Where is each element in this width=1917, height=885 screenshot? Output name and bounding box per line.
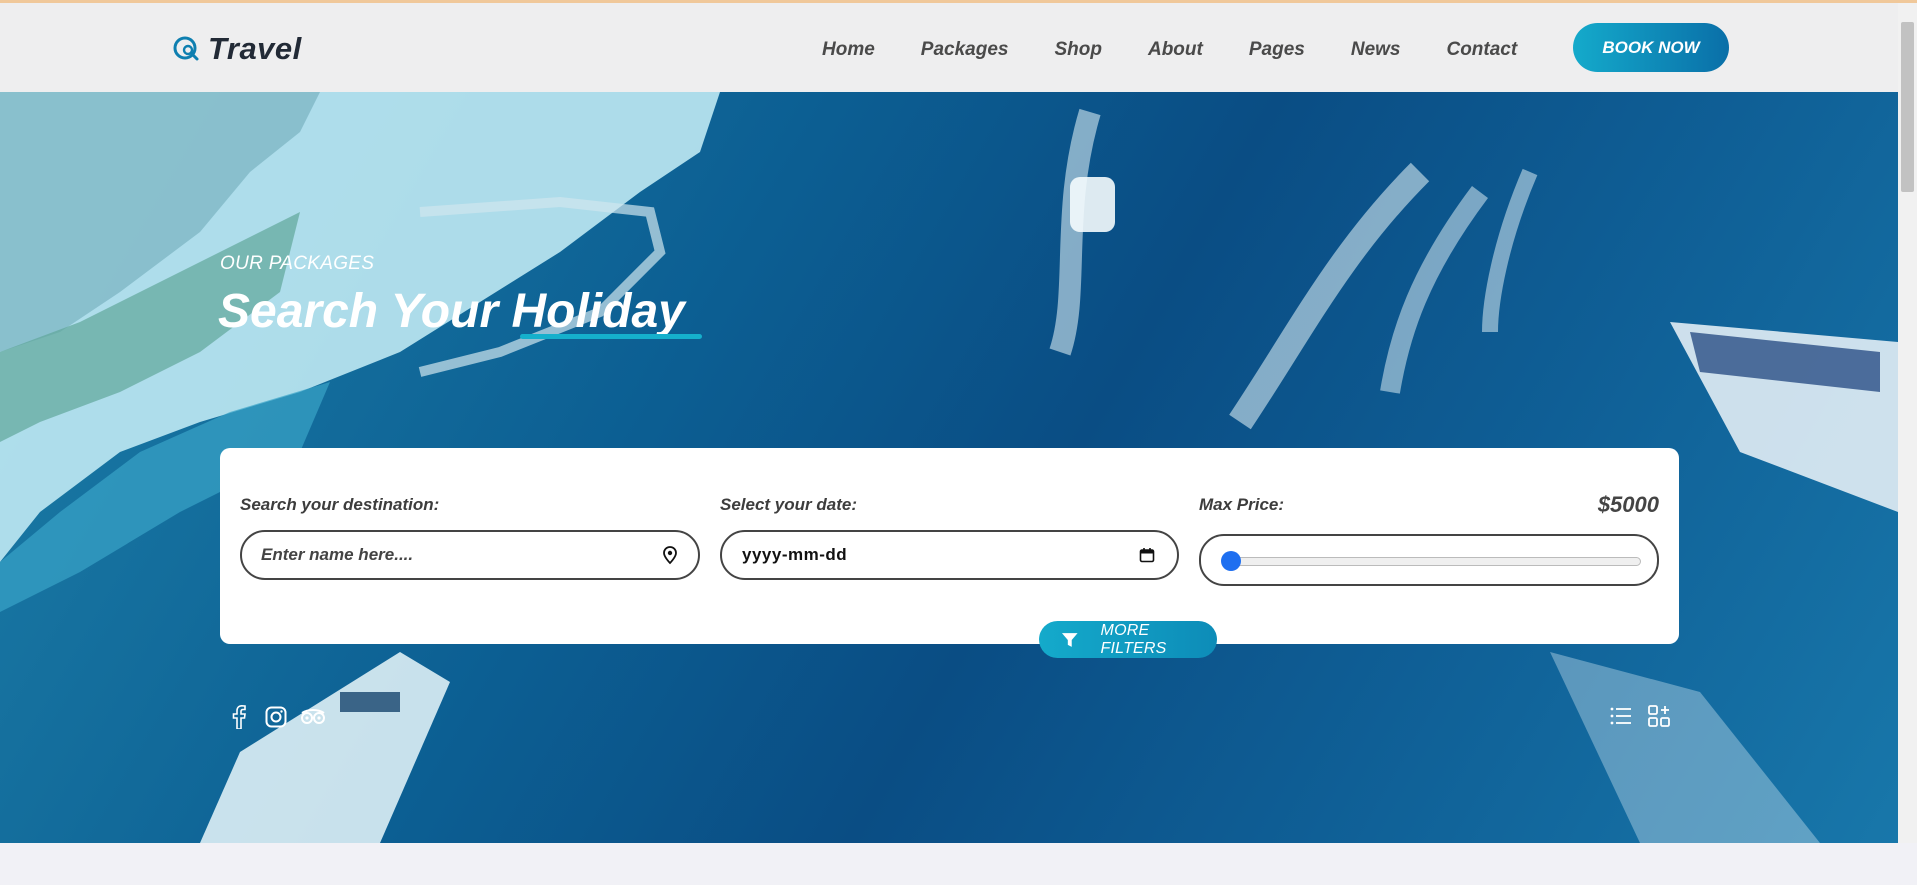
list-view-icon[interactable]: [1609, 704, 1635, 730]
price-slider-track[interactable]: [1231, 557, 1641, 566]
date-input[interactable]: yyyy-mm-dd: [722, 545, 1139, 565]
nav-pages[interactable]: Pages: [1249, 39, 1305, 61]
brand-name: Travel: [208, 31, 302, 66]
book-now-button[interactable]: BOOK NOW: [1573, 23, 1729, 72]
max-price-value: $5000: [1597, 492, 1659, 517]
more-filters-button[interactable]: MORE FILTERS: [1039, 621, 1217, 658]
filter-funnel-icon: [1061, 632, 1078, 647]
max-price-label: Max Price:: [1199, 495, 1285, 514]
more-filters-label: MORE FILTERS: [1100, 621, 1167, 657]
navbar: Travel Home Packages Shop About Pages Ne…: [0, 3, 1898, 92]
destination-field: [240, 530, 700, 580]
price-slider-handle[interactable]: [1221, 551, 1241, 571]
title-underline: [520, 334, 702, 339]
search-panel: Search your destination: Select your dat…: [220, 448, 1679, 644]
main-nav: Home Packages Shop About Pages News Cont…: [822, 39, 1517, 61]
tripadvisor-icon[interactable]: [300, 704, 326, 730]
logo[interactable]: Travel: [172, 31, 302, 67]
destination-label: Search your destination:: [240, 495, 440, 514]
nav-home[interactable]: Home: [822, 39, 875, 61]
grid-view-icon[interactable]: [1647, 704, 1673, 730]
scrollbar-thumb[interactable]: [1901, 22, 1914, 192]
date-field[interactable]: yyyy-mm-dd: [720, 530, 1179, 580]
price-slider-box: [1199, 534, 1659, 586]
nav-shop[interactable]: Shop: [1054, 39, 1102, 61]
nav-news[interactable]: News: [1351, 39, 1401, 61]
nav-about[interactable]: About: [1148, 39, 1203, 61]
facebook-icon[interactable]: [226, 704, 252, 730]
hero-kicker: OUR PACKAGES: [220, 253, 375, 274]
instagram-icon[interactable]: [263, 704, 289, 730]
location-pin-icon: [663, 546, 677, 565]
destination-input[interactable]: [242, 545, 660, 565]
nav-packages[interactable]: Packages: [921, 39, 1009, 61]
date-label: Select your date:: [720, 495, 857, 514]
page-title: Search Your Holiday: [218, 285, 685, 338]
globe-search-icon: [173, 36, 199, 61]
nav-contact[interactable]: Contact: [1446, 39, 1517, 61]
calendar-icon[interactable]: [1139, 547, 1155, 563]
